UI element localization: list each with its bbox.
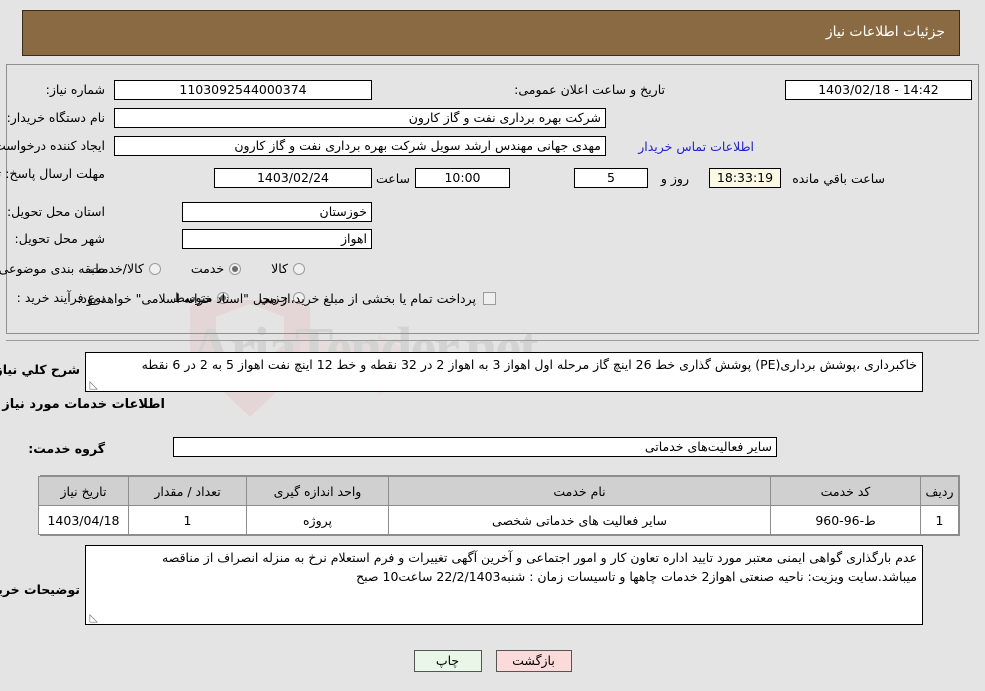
deadline-hour-label: ساعت [375, 171, 410, 186]
city-label: شهر محل تحویل: [14, 231, 105, 246]
remaining-time-label: ساعت باقي مانده [792, 171, 885, 186]
cell-quantity: 1 [128, 505, 247, 535]
province-label: استان محل تحویل: [6, 204, 105, 219]
col-index: ردیف [920, 476, 959, 506]
deadline-date-value: 1403/02/24 [214, 168, 372, 188]
services-table: ردیف کد خدمت نام خدمت واحد اندازه گیری ت… [38, 476, 959, 535]
cell-service-name: سایر فعالیت های خدماتی شخصی [388, 505, 771, 535]
remaining-time-value: 18:33:19 [709, 168, 781, 188]
general-description-box[interactable]: خاکبرداری ،پوشش برداری(PE) پوشش گذاری خط… [85, 352, 923, 392]
category-option-goods-service-label: کالا/خدمت [89, 261, 144, 276]
category-option-goods-label: کالا [271, 261, 288, 276]
request-creator-value: مهدی جهانی مهندس ارشد سویل شرکت بهره برد… [114, 136, 606, 156]
need-number-label: شماره نیاز: [45, 82, 105, 97]
back-button[interactable]: بازگشت [495, 650, 572, 672]
remaining-days-label: روز و [660, 171, 689, 186]
buyer-notes-label: توضیحات خریدار: [0, 582, 80, 597]
city-value: اهواز [182, 229, 372, 249]
request-creator-label: ایجاد کننده درخواست: [0, 138, 105, 153]
category-option-goods[interactable]: کالا [271, 261, 305, 276]
buyer-org-label: نام دستگاه خریدار: [6, 110, 105, 125]
page-title: جزئیات اطلاعات نیاز [825, 24, 945, 40]
service-group-label: گروه خدمت: [28, 441, 105, 456]
announce-datetime-value: 14:42 - 1403/02/18 [785, 80, 972, 100]
category-option-goods-service[interactable]: کالا/خدمت [89, 261, 161, 276]
treasury-bond-label: پرداخت تمام یا بخشی از مبلغ خرید،از محل … [77, 291, 476, 306]
buyer-contact-link[interactable]: اطلاعات تماس خریدار [638, 139, 754, 154]
announce-datetime-label: تاریخ و ساعت اعلان عمومی: [514, 82, 665, 97]
treasury-bond-checkbox[interactable] [483, 292, 496, 305]
table-row: 1 ط-96-960 سایر فعالیت های خدماتی شخصی پ… [38, 505, 959, 535]
page-header: جزئیات اطلاعات نیاز [22, 10, 960, 56]
cell-service-code: ط-96-960 [770, 505, 921, 535]
cell-index: 1 [920, 505, 959, 535]
radio-goods-service[interactable] [148, 262, 161, 275]
need-number-value: 1103092544000374 [114, 80, 372, 100]
service-group-value: سایر فعالیت‌های خدماتی [173, 437, 777, 457]
buyer-notes-text: عدم بارگذاری گواهی ایمنی معتبر مورد تایی… [162, 550, 917, 584]
print-button[interactable]: چاپ [413, 650, 482, 672]
deadline-time-value: 10:00 [415, 168, 510, 188]
col-quantity: تعداد / مقدار [128, 476, 247, 506]
col-service-code: کد خدمت [770, 476, 921, 506]
resize-grip-icon: ◺ [89, 378, 98, 391]
col-need-date: تاریخ نیاز [38, 476, 129, 506]
table-header-row: ردیف کد خدمت نام خدمت واحد اندازه گیری ت… [38, 476, 959, 506]
category-option-service[interactable]: خدمت [190, 261, 242, 276]
province-value: خوزستان [182, 202, 372, 222]
buyer-org-value: شرکت بهره برداری نفت و گاز کارون [114, 108, 606, 128]
col-unit: واحد اندازه گیری [246, 476, 389, 506]
cell-unit: پروژه [246, 505, 389, 535]
general-description-text: خاکبرداری ،پوشش برداری(PE) پوشش گذاری خط… [141, 357, 917, 372]
cell-need-date: 1403/04/18 [38, 505, 129, 535]
services-table-container: ردیف کد خدمت نام خدمت واحد اندازه گیری ت… [38, 475, 960, 536]
resize-grip-icon-notes: ◺ [89, 611, 98, 624]
radio-goods[interactable] [293, 262, 305, 275]
services-section-heading: اطلاعات خدمات مورد نیاز [2, 397, 165, 412]
general-description-label: شرح کلي نیاز: [0, 362, 80, 377]
remaining-days-value: 5 [574, 168, 648, 188]
radio-service[interactable] [229, 262, 242, 275]
category-option-service-label: خدمت [190, 261, 225, 276]
buyer-notes-box[interactable]: عدم بارگذاری گواهی ایمنی معتبر مورد تایی… [85, 545, 923, 625]
col-service-name: نام خدمت [388, 476, 771, 506]
deadline-label: مهلت ارسال پاسخ: تا تاریخ: [0, 166, 105, 181]
